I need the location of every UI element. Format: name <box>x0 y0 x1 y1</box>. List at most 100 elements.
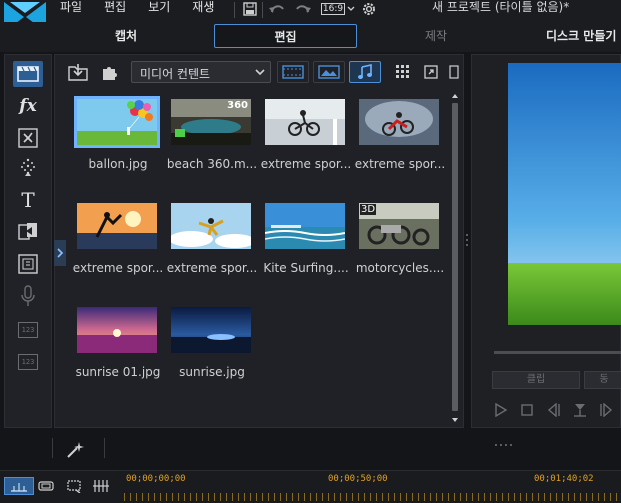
tab-create-disc[interactable]: 디스크 만들기 <box>532 24 621 48</box>
split-button[interactable] <box>570 401 590 419</box>
scrollbar-thumb[interactable] <box>452 103 458 411</box>
media-caption: motorcycles.... <box>355 261 445 275</box>
video-filter-button[interactable] <box>277 61 309 83</box>
media-content-dropdown[interactable]: 미디어 컨텐트 <box>131 61 271 83</box>
scroll-down-icon[interactable] <box>450 415 460 425</box>
pip-objects-icon <box>18 128 38 148</box>
stop-button[interactable] <box>518 401 536 419</box>
gear-icon[interactable] <box>360 0 378 18</box>
image-filter-button[interactable] <box>313 61 345 83</box>
media-item-sunrise-01[interactable]: sunrise 01.jpg <box>75 307 161 387</box>
fit-to-window-icon <box>67 480 81 493</box>
preview-seek-slider[interactable] <box>494 351 621 354</box>
collapse-panel-button[interactable] <box>54 240 66 266</box>
media-item-extreme-2[interactable]: extreme spor... <box>355 99 445 179</box>
tab-produce[interactable]: 제작 <box>376 24 496 48</box>
panel-resize-grip[interactable] <box>494 432 514 446</box>
fx-room-button[interactable]: fx <box>13 93 43 119</box>
media-room-icon <box>17 66 39 82</box>
previous-frame-icon <box>547 403 560 417</box>
media-item-sunrise[interactable]: sunrise.jpg <box>169 307 255 387</box>
media-item-extreme-4[interactable]: extreme spor... <box>167 203 257 283</box>
expand-library-button[interactable] <box>421 61 441 83</box>
library-toolbar: 미디어 컨텐트 <box>55 55 465 89</box>
view-mode-button[interactable] <box>393 61 413 83</box>
media-caption: Kite Surfing.... <box>263 261 349 275</box>
timeline-bar: 00;00;00;00 00;00;50;00 00;01;40;02 <box>0 470 621 503</box>
audio-filter-button[interactable] <box>349 61 381 83</box>
media-thumbnail <box>265 203 345 249</box>
title-room-button[interactable]: T <box>13 187 43 213</box>
media-item-beach360[interactable]: 360 beach 360.m... <box>167 99 257 179</box>
tab-edit[interactable]: 편집 <box>214 24 357 48</box>
media-item-kite-surfing[interactable]: Kite Surfing.... <box>263 203 349 283</box>
timeline-ruler[interactable]: 00;00;00;00 00;00;50;00 00;01;40;02 <box>124 471 621 503</box>
import-folder-icon <box>68 64 88 81</box>
timecode-mid: 00;00;50;00 <box>328 474 388 484</box>
more-tools-button[interactable] <box>447 61 461 83</box>
media-thumbnail <box>74 96 160 148</box>
expand-icon <box>424 65 438 79</box>
menu-view[interactable]: 보기 <box>148 0 170 22</box>
mode-tabs: 캡처 편집 제작 디스크 만들기 <box>0 22 621 52</box>
next-frame-button[interactable] <box>596 401 616 419</box>
subtitle-room-button[interactable]: 123 <box>13 349 43 375</box>
media-caption: sunrise 01.jpg <box>75 365 161 379</box>
scroll-up-icon[interactable] <box>450 91 460 101</box>
play-button[interactable] <box>492 401 510 419</box>
360-badge: 360 <box>227 100 248 111</box>
library-scrollbar[interactable] <box>450 89 460 423</box>
chevron-down-icon <box>255 69 265 76</box>
media-item-ballon[interactable]: ballon.jpg <box>74 96 161 179</box>
puzzle-icon <box>103 67 117 80</box>
previous-frame-button[interactable] <box>544 401 564 419</box>
pip-objects-button[interactable] <box>13 125 43 151</box>
media-item-extreme-3[interactable]: extreme spor... <box>73 203 163 283</box>
storyboard-view-button[interactable] <box>36 477 56 495</box>
timeline-view-button[interactable] <box>4 477 34 495</box>
menu-edit[interactable]: 편집 <box>104 0 126 22</box>
undo-icon[interactable] <box>266 0 288 18</box>
media-item-motorcycles[interactable]: 3D motorcycles.... <box>356 203 444 283</box>
preview-panel: 클립 동 <box>471 54 621 428</box>
particle-room-button[interactable] <box>13 155 43 181</box>
3d-badge: 3D <box>360 204 377 215</box>
media-item-extreme-1[interactable]: extreme spor... <box>261 99 351 179</box>
audio-mixing-button[interactable] <box>13 251 43 277</box>
media-thumbnail <box>77 203 157 249</box>
transition-room-button[interactable] <box>13 219 43 245</box>
fit-timeline-button[interactable] <box>64 477 84 495</box>
toolbar-divider <box>52 438 53 458</box>
toolbar-divider <box>262 2 263 18</box>
clip-mode-button[interactable]: 클립 <box>492 371 580 389</box>
preview-mode-buttons: 클립 동 <box>492 371 621 391</box>
chapter-room-button[interactable]: 123 <box>13 317 43 343</box>
media-thumbnail <box>171 203 251 249</box>
split-icon <box>574 404 586 417</box>
splitter-grip[interactable] <box>465 232 469 248</box>
media-caption: extreme spor... <box>72 261 164 275</box>
voice-over-button[interactable] <box>13 283 43 309</box>
save-icon[interactable] <box>240 0 260 18</box>
menu-divider <box>234 2 235 18</box>
media-caption: ballon.jpg <box>88 157 148 171</box>
menu-file[interactable]: 파일 <box>60 0 82 22</box>
transition-room-icon <box>18 223 37 240</box>
redo-icon[interactable] <box>292 0 314 18</box>
voice-over-icon <box>21 285 35 306</box>
media-caption: extreme spor... <box>354 157 446 171</box>
import-media-button[interactable] <box>67 61 89 83</box>
chevron-down-icon <box>347 6 355 11</box>
preview-image <box>508 63 621 325</box>
track-manager-button[interactable] <box>90 477 112 495</box>
aspect-ratio-selector[interactable]: 16:9 <box>320 0 356 18</box>
tab-capture[interactable]: 캡처 <box>66 24 186 48</box>
audio-filter-icon <box>358 64 372 79</box>
media-room-button[interactable] <box>13 61 43 87</box>
timeline-view-icon <box>11 483 27 492</box>
magic-tools-button[interactable] <box>64 440 86 460</box>
fx-room-icon: fx <box>19 96 37 116</box>
movie-mode-button[interactable]: 동 <box>584 371 621 389</box>
menu-playback[interactable]: 재생 <box>192 0 214 22</box>
plugins-button[interactable] <box>99 61 121 83</box>
